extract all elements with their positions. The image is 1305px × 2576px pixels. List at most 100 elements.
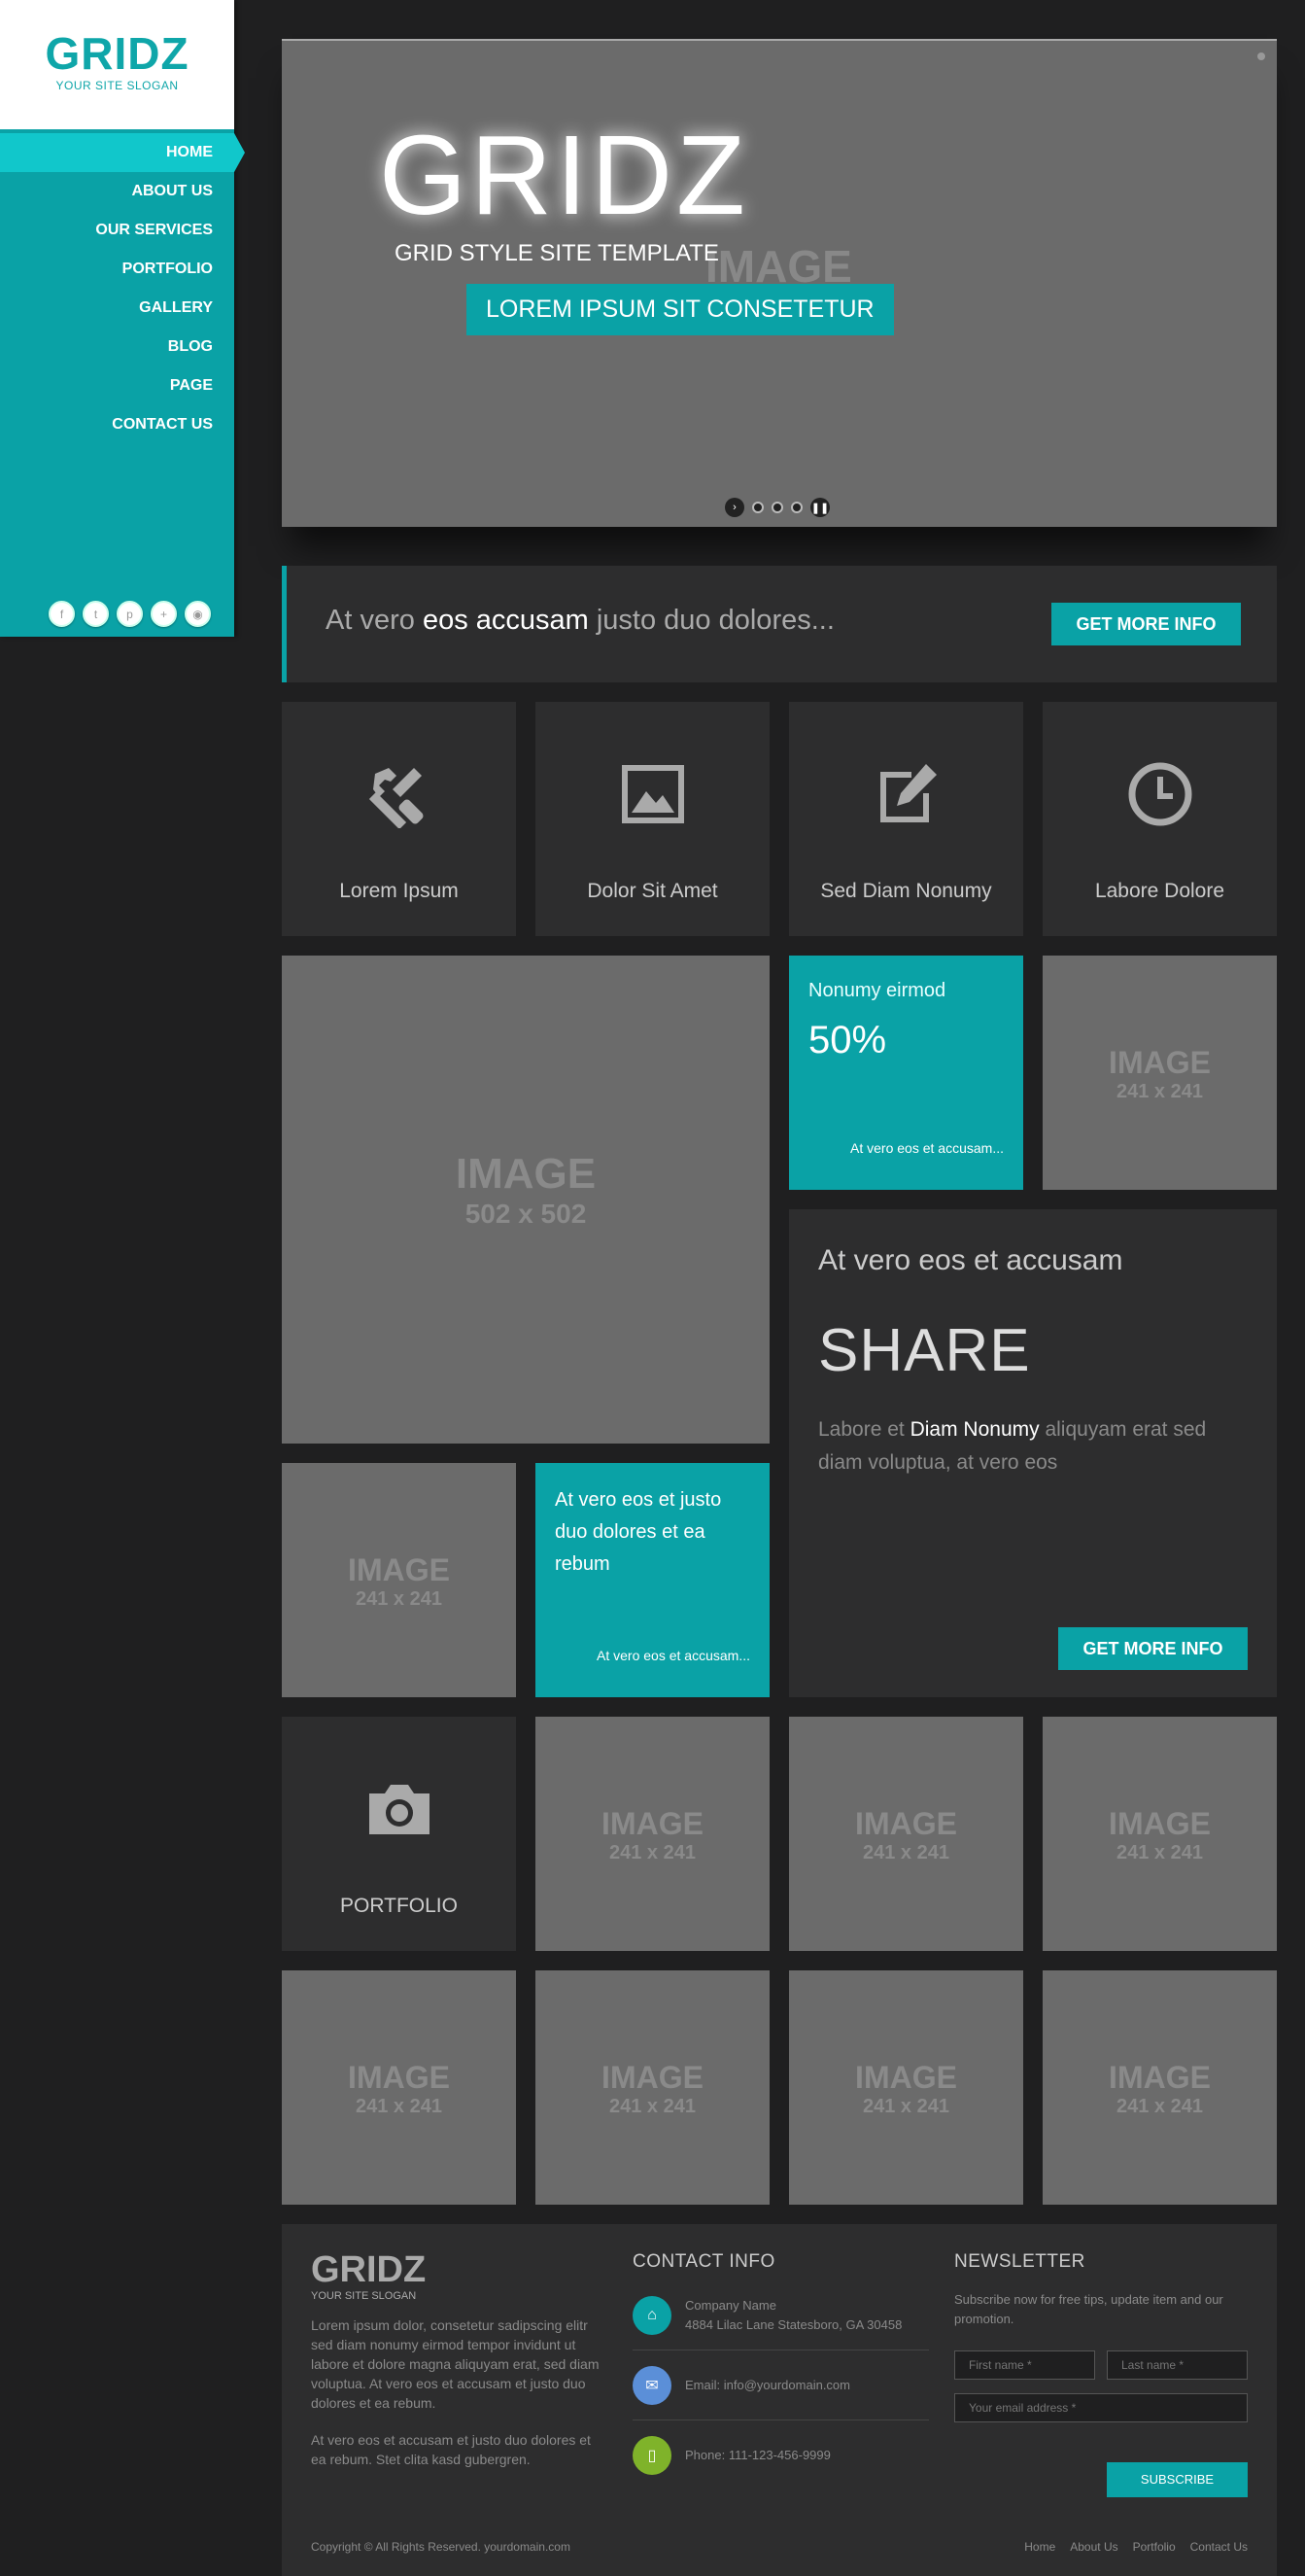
placeholder-label: IMAGE 502 x 502: [282, 1150, 770, 1230]
footer-link-portfolio[interactable]: Portfolio: [1133, 2540, 1176, 2554]
nav-item-gallery[interactable]: GALLERY: [0, 289, 234, 328]
share-get-more-info-button[interactable]: GET MORE INFO: [1058, 1627, 1248, 1670]
share-body: Labore et Diam Nonumy aliquyam erat sed …: [818, 1413, 1246, 1479]
footer-slogan: YOUR SITE SLOGAN: [311, 2290, 417, 2302]
portfolio-tile[interactable]: PORTFOLIO: [282, 1717, 516, 1951]
get-more-info-button[interactable]: GET MORE INFO: [1051, 603, 1241, 645]
service-tile[interactable]: Dolor Sit Amet: [535, 702, 770, 936]
slider-next-icon[interactable]: ›: [725, 498, 744, 517]
placeholder-title: IMAGE: [601, 2060, 704, 2095]
mail-icon: ✉: [633, 2365, 671, 2405]
placeholder-title: IMAGE: [855, 1806, 957, 1841]
contact-email-text[interactable]: Email: info@yourdomain.com: [685, 2376, 850, 2395]
image-placeholder[interactable]: IMAGE 241 x 241: [1043, 1717, 1277, 1951]
newsletter-heading: NEWSLETTER: [954, 2251, 1085, 2272]
placeholder-size: 241 x 241: [1116, 2096, 1203, 2117]
placeholder-label: IMAGE 241 x 241: [535, 1806, 770, 1864]
service-label: Labore Dolore: [1094, 880, 1225, 902]
promo-text: At vero eos accusam justo duo dolores...: [326, 605, 835, 637]
slider-dot[interactable]: [752, 502, 764, 513]
footer-links: Home About Us Portfolio Contact Us: [1024, 2540, 1248, 2554]
service-label: Lorem Ipsum: [339, 880, 459, 902]
first-name-input[interactable]: [954, 2350, 1095, 2380]
footer-link-contact-us[interactable]: Contact Us: [1190, 2540, 1248, 2554]
slider-dot[interactable]: [772, 502, 783, 513]
image-placeholder[interactable]: IMAGE 241 x 241: [282, 1970, 516, 2205]
image-placeholder[interactable]: IMAGE 241 x 241: [1043, 1970, 1277, 2205]
stat-tile[interactable]: Nonumy eirmod 50% At vero eos et accusam…: [789, 956, 1023, 1190]
googleplus-icon[interactable]: +: [151, 601, 177, 627]
service-tile[interactable]: Sed Diam Nonumy: [789, 702, 1023, 936]
nav-item-portfolio[interactable]: PORTFOLIO: [0, 250, 234, 289]
stat-link[interactable]: At vero eos et accusam...: [850, 1140, 1004, 1156]
image-placeholder[interactable]: IMAGE 241 x 241: [789, 1970, 1023, 2205]
contact-email: ✉ Email: info@yourdomain.com: [633, 2350, 929, 2420]
clock-icon: [1043, 760, 1277, 828]
nav-item-page[interactable]: PAGE: [0, 366, 234, 405]
hero-slider: GRIDZ IMAGE GRID STYLE SITE TEMPLATE LOR…: [282, 39, 1277, 527]
placeholder-size: 241 x 241: [1116, 1842, 1203, 1863]
service-label: Sed Diam Nonumy: [820, 880, 992, 902]
placeholder-size: 502 x 502: [464, 1199, 587, 1229]
text-tile[interactable]: At vero eos et justo duo dolores et ea r…: [535, 1463, 770, 1697]
hero-subtitle: GRID STYLE SITE TEMPLATE: [395, 240, 719, 266]
promo-text-pre: At vero: [326, 605, 423, 636]
slider-corner-dot: [1257, 52, 1265, 60]
text-tile-link[interactable]: At vero eos et accusam...: [597, 1648, 750, 1663]
home-icon: ⌂: [633, 2295, 671, 2335]
newsletter-text: Subscribe now for free tips, update item…: [954, 2292, 1223, 2326]
image-placeholder[interactable]: IMAGE 241 x 241: [535, 1717, 770, 1951]
edit-icon: [789, 760, 1023, 828]
placeholder-size: 241 x 241: [609, 1842, 696, 1863]
image-placeholder-large[interactable]: IMAGE 502 x 502: [282, 956, 770, 1444]
slider-pause-icon[interactable]: ❚❚: [810, 498, 830, 517]
service-tile[interactable]: Lorem Ipsum: [282, 702, 516, 936]
service-tile[interactable]: Labore Dolore: [1043, 702, 1277, 936]
nav-item-about-us[interactable]: ABOUT US: [0, 172, 234, 211]
hero-button[interactable]: LOREM IPSUM SIT CONSETETUR: [466, 284, 894, 335]
image-placeholder[interactable]: IMAGE 241 x 241: [1043, 956, 1277, 1190]
footer-link-about-us[interactable]: About Us: [1070, 2540, 1117, 2554]
last-name-input[interactable]: [1107, 2350, 1248, 2380]
placeholder-size: 241 x 241: [609, 2096, 696, 2117]
placeholder-size: 241 x 241: [1116, 1081, 1203, 1102]
share-box: At vero eos et accusam SHARE Labore et D…: [789, 1209, 1277, 1697]
site-logo[interactable]: GRIDZ: [0, 31, 234, 76]
site-slogan: YOUR SITE SLOGAN: [55, 79, 179, 92]
contact-phone-text: Phone: 111-123-456-9999: [685, 2448, 831, 2462]
picture-icon: [535, 760, 770, 828]
twitter-icon[interactable]: t: [83, 601, 109, 627]
rss-icon[interactable]: ◉: [185, 601, 211, 627]
footer-link-home[interactable]: Home: [1024, 2540, 1055, 2554]
slider-dot[interactable]: [791, 502, 803, 513]
image-placeholder[interactable]: IMAGE 241 x 241: [282, 1463, 516, 1697]
promo-text-post: justo duo dolores...: [588, 605, 835, 636]
nav-item-home[interactable]: HOME: [0, 133, 245, 172]
nav-item-our-services[interactable]: OUR SERVICES: [0, 211, 234, 250]
footer-logo[interactable]: GRIDZ: [311, 2251, 607, 2288]
promo-bar: At vero eos accusam justo duo dolores...…: [282, 566, 1277, 682]
footer-text-2: At vero eos et accusam et justo duo dolo…: [311, 2432, 591, 2467]
phone-icon: ▯: [633, 2436, 671, 2475]
service-label: Dolor Sit Amet: [587, 880, 718, 902]
footer-about: GRIDZ YOUR SITE SLOGAN Lorem ipsum dolor…: [311, 2251, 607, 2469]
nav-item-blog[interactable]: BLOG: [0, 328, 234, 366]
placeholder-size: 241 x 241: [356, 1588, 442, 1610]
image-placeholder[interactable]: IMAGE 241 x 241: [789, 1717, 1023, 1951]
subscribe-button[interactable]: SUBSCRIBE: [1107, 2462, 1248, 2497]
image-placeholder[interactable]: IMAGE 241 x 241: [535, 1970, 770, 2205]
company-address: 4884 Lilac Lane Statesboro, GA 30458: [685, 2316, 903, 2332]
tile-grid: Lorem Ipsum Dolor Sit Amet Sed Diam Nonu…: [282, 702, 1277, 2209]
nav-item-contact-us[interactable]: CONTACT US: [0, 405, 234, 444]
placeholder-title: IMAGE: [1109, 2060, 1211, 2095]
share-body-highlight: Diam Nonumy: [910, 1418, 1040, 1441]
company-name: Company Name: [685, 2297, 776, 2313]
newsletter-name-row: [954, 2350, 1248, 2380]
slider-controls: › ❚❚: [725, 498, 830, 517]
email-input[interactable]: [954, 2393, 1248, 2422]
logo-box[interactable]: GRIDZ YOUR SITE SLOGAN: [0, 0, 234, 129]
facebook-icon[interactable]: f: [49, 601, 75, 627]
placeholder-label: IMAGE 241 x 241: [789, 1806, 1023, 1864]
pinterest-icon[interactable]: p: [117, 601, 143, 627]
promo-text-highlight: eos accusam: [422, 605, 589, 636]
